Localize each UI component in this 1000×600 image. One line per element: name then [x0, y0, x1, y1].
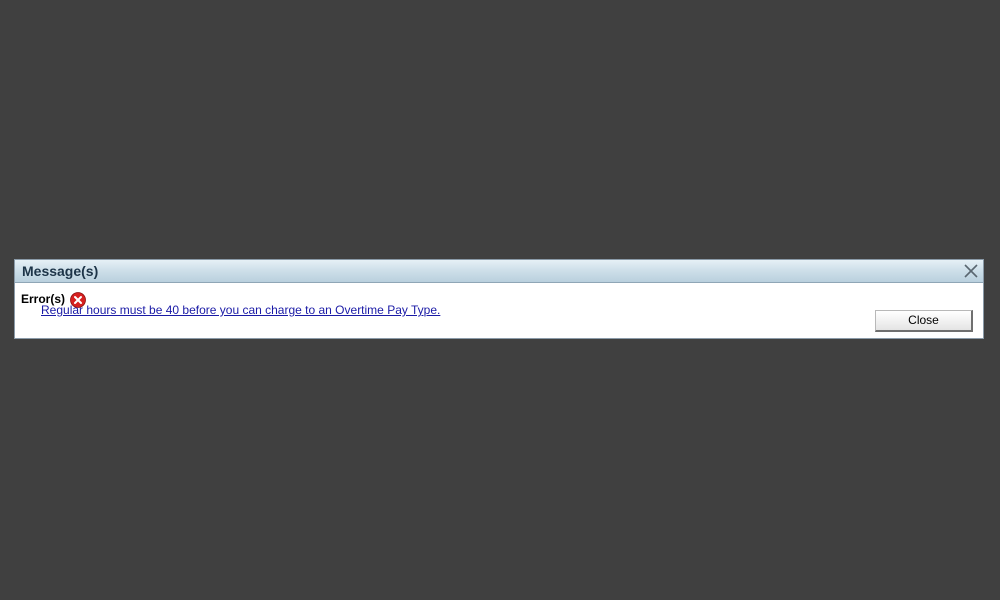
dialog-title: Message(s) [22, 263, 99, 279]
dialog-titlebar: Message(s) [15, 260, 983, 283]
close-icon[interactable] [962, 262, 980, 280]
message-dialog: Message(s) Error(s) Regular hours must b… [14, 259, 984, 339]
close-button[interactable]: Close [875, 310, 973, 332]
dialog-body: Error(s) Regular hours must be 40 before… [15, 283, 983, 338]
error-message-link[interactable]: Regular hours must be 40 before you can … [41, 303, 440, 317]
